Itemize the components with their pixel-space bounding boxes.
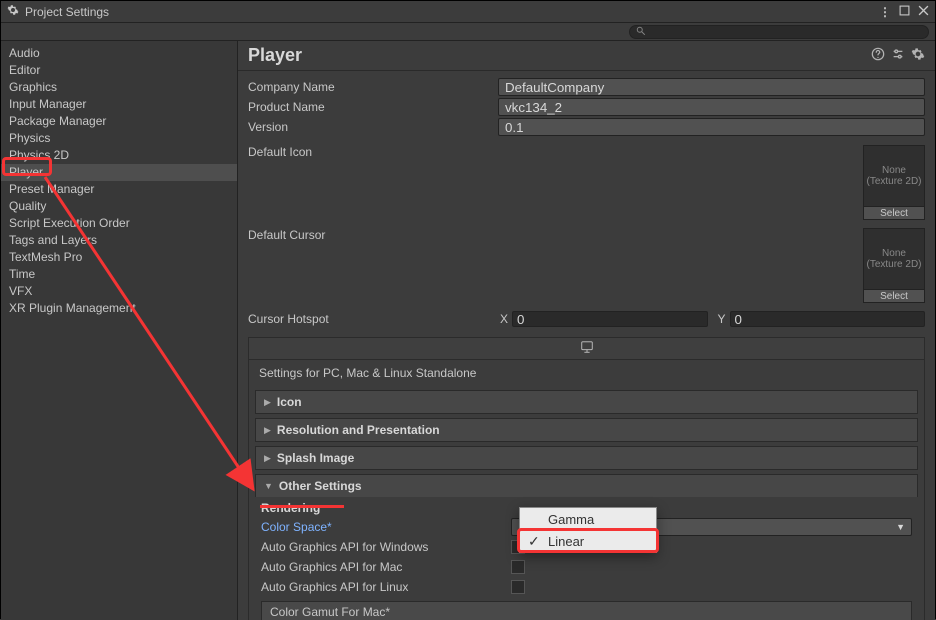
texture2d-label: (Texture 2D) [866, 259, 921, 270]
color-space-label: Color Space* [261, 520, 511, 534]
auto-gfx-mac-label: Auto Graphics API for Mac [261, 560, 511, 574]
sidebar-item-preset-manager[interactable]: Preset Manager [1, 181, 237, 198]
titlebar: Project Settings ⋮ [1, 1, 935, 23]
default-cursor-select-button[interactable]: Select [863, 289, 925, 303]
default-cursor-picker[interactable]: None (Texture 2D) [863, 228, 925, 290]
product-name-label: Product Name [248, 100, 498, 114]
y-axis-label: Y [716, 312, 726, 326]
maximize-icon[interactable] [899, 5, 910, 19]
arrow-right-icon: ▶ [264, 397, 271, 408]
search-input[interactable] [629, 25, 929, 39]
monitor-icon[interactable] [580, 340, 594, 357]
cursor-hotspot-label: Cursor Hotspot [248, 312, 498, 326]
sidebar-item-player[interactable]: Player [1, 164, 237, 181]
auto-gfx-linux-label: Auto Graphics API for Linux [261, 580, 511, 594]
help-icon[interactable] [871, 47, 885, 64]
none-label: None [882, 248, 906, 259]
settings-gear-icon[interactable] [911, 47, 925, 64]
window-title: Project Settings [25, 5, 109, 19]
hotspot-y-input[interactable] [730, 311, 926, 327]
color-gamut-mac-label: Color Gamut For Mac* [270, 605, 390, 619]
none-label: None [882, 165, 906, 176]
dropdown-option-label: Gamma [548, 512, 594, 527]
platform-settings-box: Settings for PC, Mac & Linux Standalone … [248, 337, 925, 620]
sidebar-item-textmesh-pro[interactable]: TextMesh Pro [1, 249, 237, 266]
gear-icon [7, 4, 19, 19]
foldout-icon-label: Icon [277, 395, 302, 409]
menu-icon[interactable]: ⋮ [879, 5, 891, 19]
dropdown-option-label: Linear [548, 534, 584, 549]
sidebar-item-vfx[interactable]: VFX [1, 283, 237, 300]
version-input[interactable] [498, 118, 925, 136]
default-icon-select-button[interactable]: Select [863, 206, 925, 220]
sidebar-item-quality[interactable]: Quality [1, 198, 237, 215]
foldout-resolution[interactable]: ▶ Resolution and Presentation [255, 418, 918, 442]
foldout-resolution-label: Resolution and Presentation [277, 423, 440, 437]
company-name-input[interactable] [498, 78, 925, 96]
foldout-other-label: Other Settings [279, 479, 362, 493]
hotspot-x-input[interactable] [512, 311, 708, 327]
sidebar-item-graphics[interactable]: Graphics [1, 79, 237, 96]
close-icon[interactable] [918, 5, 929, 19]
searchbar [1, 23, 935, 41]
dropdown-option-gamma[interactable]: Gamma [520, 508, 656, 530]
arrow-right-icon: ▶ [264, 453, 271, 464]
sidebar-item-script-execution-order[interactable]: Script Execution Order [1, 215, 237, 232]
auto-gfx-windows-label: Auto Graphics API for Windows [261, 540, 511, 554]
foldout-splash-label: Splash Image [277, 451, 354, 465]
sidebar-item-physics[interactable]: Physics [1, 130, 237, 147]
color-gamut-mac-row: Color Gamut For Mac* [261, 601, 912, 620]
dropdown-option-linear[interactable]: ✓ Linear [520, 530, 656, 552]
foldout-splash[interactable]: ▶ Splash Image [255, 446, 918, 470]
sidebar-item-input-manager[interactable]: Input Manager [1, 96, 237, 113]
sidebar-item-editor[interactable]: Editor [1, 62, 237, 79]
sidebar-item-audio[interactable]: Audio [1, 45, 237, 62]
default-icon-label: Default Icon [248, 145, 498, 159]
sidebar-item-physics-2d[interactable]: Physics 2D [1, 147, 237, 164]
company-name-label: Company Name [248, 80, 498, 94]
settings-for-label: Settings for PC, Mac & Linux Standalone [249, 360, 924, 386]
check-icon: ✓ [528, 533, 548, 550]
foldout-other-settings[interactable]: ▼ Other Settings [255, 474, 918, 497]
texture2d-label: (Texture 2D) [866, 176, 921, 187]
default-cursor-label: Default Cursor [248, 228, 498, 242]
arrow-right-icon: ▶ [264, 425, 271, 436]
annotation-underline-colorspace [260, 505, 344, 508]
color-space-dropdown-popup: Gamma ✓ Linear [519, 507, 657, 553]
product-name-input[interactable] [498, 98, 925, 116]
presets-icon[interactable] [891, 47, 905, 64]
version-label: Version [248, 120, 498, 134]
sidebar-item-xr-plugin-management[interactable]: XR Plugin Management [1, 300, 237, 317]
auto-gfx-linux-checkbox[interactable] [511, 580, 525, 594]
page-title: Player [248, 45, 871, 66]
sidebar: Audio Editor Graphics Input Manager Pack… [1, 41, 238, 620]
search-icon [636, 25, 646, 39]
x-axis-label: X [498, 312, 508, 326]
arrow-down-icon: ▼ [264, 481, 273, 491]
sidebar-item-tags-and-layers[interactable]: Tags and Layers [1, 232, 237, 249]
sidebar-item-time[interactable]: Time [1, 266, 237, 283]
sidebar-item-package-manager[interactable]: Package Manager [1, 113, 237, 130]
auto-gfx-mac-checkbox[interactable] [511, 560, 525, 574]
chevron-down-icon: ▼ [896, 522, 905, 532]
default-icon-picker[interactable]: None (Texture 2D) [863, 145, 925, 207]
foldout-icon[interactable]: ▶ Icon [255, 390, 918, 414]
platform-tab-strip [249, 338, 924, 360]
